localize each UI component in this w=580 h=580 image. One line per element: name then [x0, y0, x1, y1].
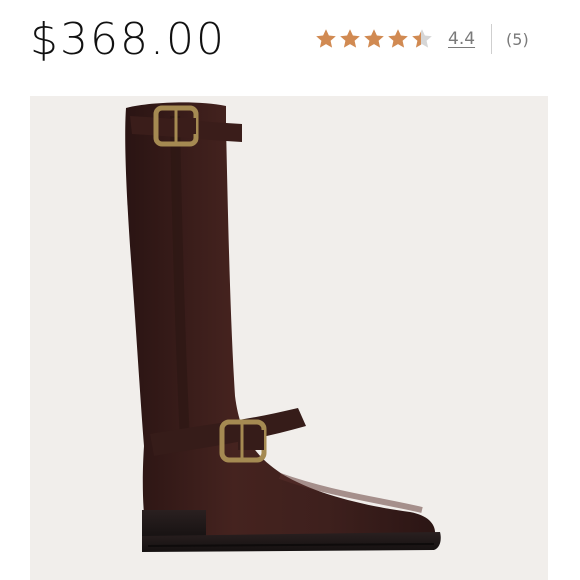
star-icon — [388, 29, 408, 48]
star-rating — [314, 27, 434, 51]
star-icon — [316, 29, 336, 48]
product-image[interactable] — [30, 96, 548, 580]
review-count[interactable]: (5) — [506, 30, 529, 49]
rating-summary[interactable]: 4.4 (5) — [314, 22, 529, 56]
rating-value-link[interactable]: 4.4 — [448, 29, 475, 49]
boot-image — [125, 102, 441, 552]
star-icon — [340, 29, 360, 48]
partial-star-icon — [412, 29, 432, 48]
star-icon — [364, 29, 384, 48]
rating-divider — [491, 24, 493, 54]
product-price: $368.00 — [30, 14, 226, 65]
product-page: $368.00 4.4 (5) — [0, 0, 580, 580]
